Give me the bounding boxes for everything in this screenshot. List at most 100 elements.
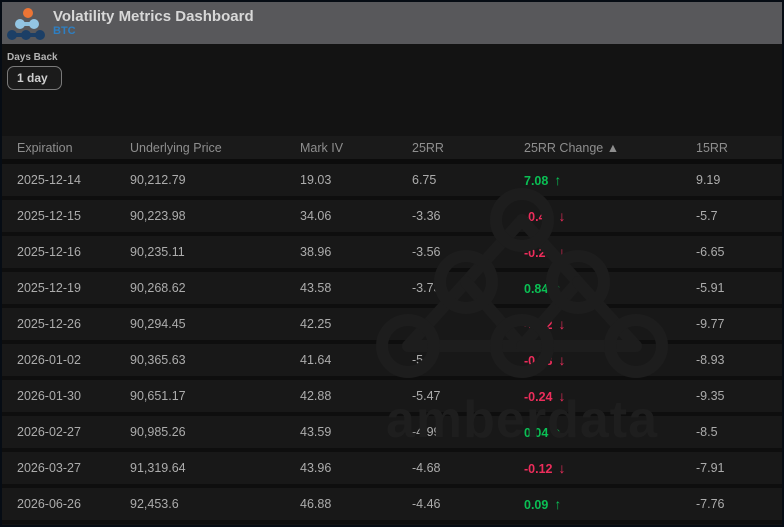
rr25-change-value: -0.24 [524,390,553,404]
underlying-price-cell: 90,235.11 [130,245,300,259]
rr25-cell: -6.4 [412,317,524,331]
volatility-table: amberdata ExpirationUnderlying PriceMark… [2,136,782,524]
rr25-change-value: -0.73 [524,354,553,368]
mark-iv-cell: 42.25 [300,317,412,331]
rr15-cell: 9.19 [696,173,782,187]
rr25-change-cell: -0.73 ↓ [524,352,696,368]
expiration-cell: 2025-12-16 [17,245,130,259]
rr15-cell: -8.5 [696,425,782,439]
rr25-change-cell: -0.12 ↓ [524,460,696,476]
rr25-cell: -4.99 [412,425,524,439]
controls-panel: Days Back 1 day [2,44,782,90]
page-title: Volatility Metrics Dashboard [53,8,254,25]
down-arrow-icon: ↓ [559,388,566,404]
rr15-cell: -9.35 [696,389,782,403]
column-header-25rr[interactable]: 25RR [412,141,524,155]
expiration-cell: 2026-03-27 [17,461,130,475]
mark-iv-cell: 46.88 [300,497,412,511]
up-arrow-icon: ↑ [554,496,561,512]
mark-iv-cell: 41.64 [300,353,412,367]
days-back-dropdown[interactable]: 1 day [7,66,62,90]
rr25-change-value: 0.04 [524,426,548,440]
rr15-cell: -5.91 [696,281,782,295]
underlying-price-cell: 90,651.17 [130,389,300,403]
mark-iv-cell: 42.88 [300,389,412,403]
rr25-change-cell: -0.62↓ [524,316,696,332]
underlying-price-cell: 92,453.6 [130,497,300,511]
rr25-change-value: -0.28 [524,246,553,260]
table-row[interactable]: 2026-01-0290,365.6341.64-5.6-0.73 ↓ -8.93 [2,344,782,380]
rr25-cell: -4.46 [412,497,524,511]
expiration-cell: 2026-01-02 [17,353,130,367]
table-row[interactable]: 2026-02-2790,985.2643.59-4.990.04 ↑ -8.5 [2,416,782,452]
rr25-change-value: 0.84 [524,282,548,296]
mark-iv-cell: 19.03 [300,173,412,187]
table-row[interactable]: 2025-12-1590,223.9834.06-3.36-0.46↓-5.7 [2,200,782,236]
rr25-change-value: -0.12 [524,462,553,476]
rr25-cell: -4.68 [412,461,524,475]
up-arrow-icon: ↑ [554,172,561,188]
rr15-cell: -7.91 [696,461,782,475]
expiration-cell: 2026-02-27 [17,425,130,439]
rr25-change-value: -0.46 [524,210,553,224]
rr25-change-cell: 0.09 ↑ [524,496,696,512]
rr25-change-value: 0.09 [524,498,548,512]
column-header-mark-iv[interactable]: Mark IV [300,141,412,155]
rr25-change-cell: -0.46 ↓ [524,208,696,224]
mark-iv-cell: 43.96 [300,461,412,475]
underlying-price-cell: 90,294.45 [130,317,300,331]
table-row[interactable]: 2026-06-2692,453.646.88-4.460.09 ↑ -7.76 [2,488,782,524]
table-row[interactable]: 2026-03-2791,319.6443.96-4.68-0.12 ↓ -7.91 [2,452,782,488]
expiration-cell: 2026-01-30 [17,389,130,403]
header-bar: Volatility Metrics Dashboard BTC [2,2,782,44]
days-back-value: 1 day [17,71,48,85]
rr25-cell: -5.6 [412,353,524,367]
rr15-cell: -7.76 [696,497,782,511]
up-arrow-icon: ↑ [554,280,561,296]
table-row[interactable]: 2025-12-1990,268.6243.58-3.730.84↑-5.91 [2,272,782,308]
column-header-25rr-change[interactable]: 25RR Change ▲ [524,141,696,155]
mark-iv-cell: 34.06 [300,209,412,223]
expiration-cell: 2026-06-26 [17,497,130,511]
expiration-cell: 2025-12-15 [17,209,130,223]
up-arrow-icon: ↑ [554,424,561,440]
rr25-change-value: -0.62 [524,318,553,332]
days-back-label: Days Back [7,52,782,63]
down-arrow-icon: ↓ [559,208,566,224]
down-arrow-icon: ↓ [559,244,566,260]
rr25-change-value: 7.08 [524,174,548,188]
rr15-cell: -8.93 [696,353,782,367]
rr25-change-cell: 0.04 ↑ [524,424,696,440]
rr25-change-cell: 0.84 ↑ [524,280,696,296]
table-header-row: ExpirationUnderlying PriceMark IV25RR25R… [2,136,782,164]
rr25-change-cell: -0.28 ↓ [524,244,696,260]
underlying-price-cell: 91,319.64 [130,461,300,475]
table-row[interactable]: 2025-12-1490,212.7919.036.757.08 ↑ 9.19 [2,164,782,200]
rr25-change-cell: 7.08 ↑ [524,172,696,188]
underlying-price-cell: 90,985.26 [130,425,300,439]
column-header-expiration[interactable]: Expiration [17,141,130,155]
column-header-15rr[interactable]: 15RR [696,141,782,155]
expiration-cell: 2025-12-14 [17,173,130,187]
table-row[interactable]: 2026-01-3090,651.1742.88-5.47-0.24 ↓ -9.35 [2,380,782,416]
rr25-cell: -3.36 [412,209,524,223]
rr25-cell: -3.73 [412,281,524,295]
column-header-underlying-price[interactable]: Underlying Price [130,141,300,155]
mark-iv-cell: 43.59 [300,425,412,439]
down-arrow-icon: ↓ [559,352,566,368]
asset-label: BTC [53,25,254,38]
rr25-cell: -3.56 [412,245,524,259]
mark-iv-cell: 38.96 [300,245,412,259]
rr25-cell: -5.47 [412,389,524,403]
expiration-cell: 2025-12-26 [17,317,130,331]
underlying-price-cell: 90,365.63 [130,353,300,367]
underlying-price-cell: 90,212.79 [130,173,300,187]
table-row[interactable]: 2025-12-1690,235.1138.96-3.56-0.28 ↓ -6.65 [2,236,782,272]
underlying-price-cell: 90,268.62 [130,281,300,295]
table-row[interactable]: 2025-12-2690,294.4542.25-6.4-0.62↓-9.77 [2,308,782,344]
down-arrow-icon: ↓ [559,460,566,476]
rr15-cell: -6.65 [696,245,782,259]
rr25-cell: 6.75 [412,173,524,187]
rr25-change-cell: -0.24 ↓ [524,388,696,404]
amberdata-logo-icon [7,5,45,41]
